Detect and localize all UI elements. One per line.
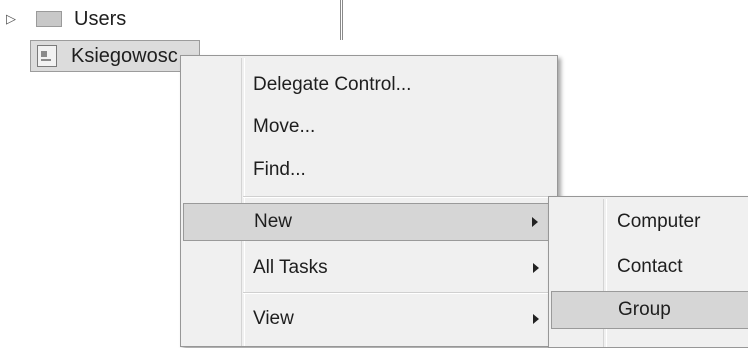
menu-item-label: Move... [253,116,316,137]
submenu-arrow-icon [533,314,539,324]
organizational-unit-icon [37,45,57,67]
menu-item-all-tasks[interactable]: All Tasks [183,249,555,287]
menu-item-label: Group [618,299,671,320]
menu-item-label: All Tasks [253,257,328,278]
tree-item-users[interactable]: ▷ Users [6,6,126,32]
menu-item-label: New [254,211,293,232]
menu-item-view[interactable]: View [183,300,555,338]
pane-splitter[interactable] [340,0,343,40]
folder-icon [36,11,62,27]
expand-arrow-icon[interactable]: ▷ [6,11,22,27]
submenu-arrow-icon [533,263,539,273]
tree-item-label: Ksiegowosc [71,44,178,67]
submenu-arrow-icon [532,217,538,227]
menu-separator [243,292,555,294]
menu-item-label: Find... [253,159,306,180]
menu-item-label: Delegate Control... [253,74,412,95]
tree-item-label: Users [74,7,127,30]
tree-item-ksiegowosc[interactable]: Ksiegowosc [30,40,200,72]
menu-item-contact[interactable]: Contact [551,248,748,286]
menu-item-label: Contact [617,256,683,277]
menu-item-group[interactable]: Group [551,291,748,329]
menu-separator [243,196,555,198]
new-submenu: Computer Contact Group [548,196,748,348]
menu-item-move[interactable]: Move... [183,108,555,146]
menu-item-new[interactable]: New [183,203,555,241]
menu-item-computer[interactable]: Computer [551,203,748,241]
menu-item-delegate-control[interactable]: Delegate Control... [183,66,555,104]
menu-item-label: View [253,308,294,329]
menu-item-label: Computer [617,211,701,232]
menu-item-find[interactable]: Find... [183,151,555,189]
context-menu: Delegate Control... Move... Find... New … [180,55,558,347]
